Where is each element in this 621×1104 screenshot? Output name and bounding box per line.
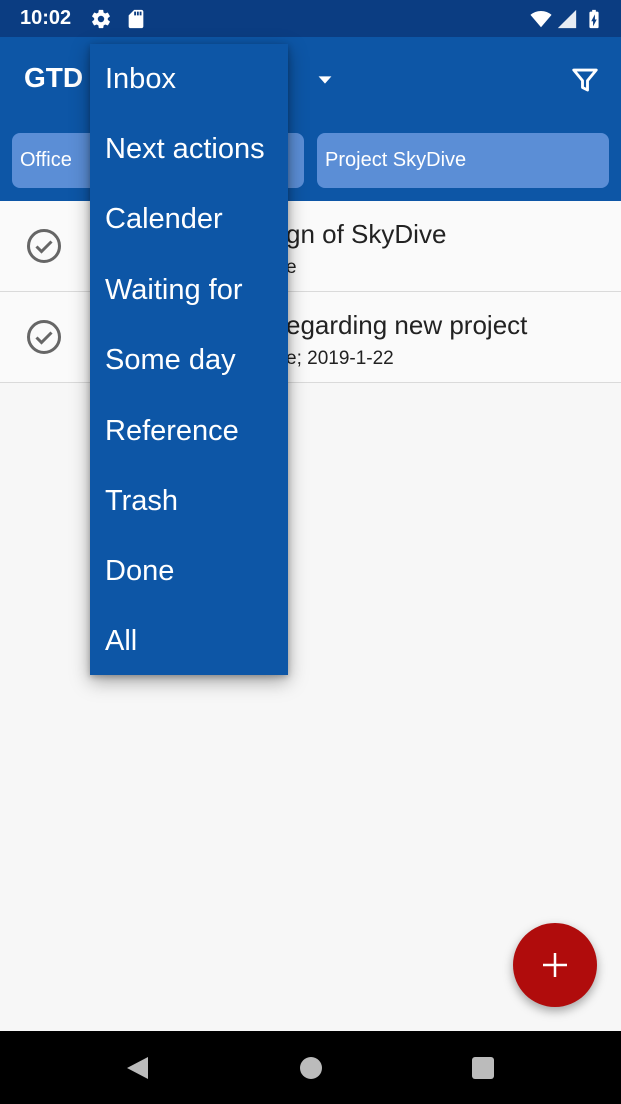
menu-item-all[interactable]: All bbox=[90, 606, 288, 676]
task-subtitle: e; 2019-1-22 bbox=[286, 348, 394, 369]
app-title: GTD bbox=[24, 62, 84, 93]
system-nav-bar bbox=[0, 1031, 621, 1104]
status-time: 10:02 bbox=[20, 7, 72, 29]
chip-label: Office bbox=[20, 149, 72, 171]
list-selector-menu: Inbox Next actions Calender Waiting for … bbox=[90, 44, 288, 675]
menu-item-reference[interactable]: Reference bbox=[90, 396, 288, 466]
add-task-button[interactable] bbox=[513, 923, 597, 1007]
menu-item-waiting-for[interactable]: Waiting for bbox=[90, 255, 288, 325]
home-icon[interactable] bbox=[296, 1053, 326, 1083]
task-title: egarding new project bbox=[286, 310, 528, 340]
settings-icon bbox=[92, 9, 110, 29]
check-circle-icon[interactable] bbox=[26, 319, 62, 355]
menu-item-trash[interactable]: Trash bbox=[90, 466, 288, 536]
plus-icon bbox=[543, 953, 567, 977]
filter-icon[interactable] bbox=[570, 63, 600, 97]
chip-project-skydive[interactable]: Project SkyDive bbox=[317, 133, 609, 188]
menu-item-inbox[interactable]: Inbox bbox=[90, 44, 288, 114]
menu-item-some-day[interactable]: Some day bbox=[90, 325, 288, 395]
recents-icon[interactable] bbox=[468, 1053, 498, 1083]
back-icon[interactable] bbox=[122, 1053, 152, 1083]
signal-icon bbox=[557, 9, 577, 29]
status-bar: 10:02 bbox=[0, 0, 621, 37]
menu-item-calender[interactable]: Calender bbox=[90, 184, 288, 254]
menu-item-done[interactable]: Done bbox=[90, 536, 288, 606]
check-circle-icon[interactable] bbox=[26, 228, 62, 264]
menu-item-next-actions[interactable]: Next actions bbox=[90, 114, 288, 184]
battery-icon bbox=[589, 9, 599, 29]
chip-label: Project SkyDive bbox=[325, 149, 467, 171]
wifi-icon bbox=[530, 11, 552, 28]
task-title: gn of SkyDive bbox=[286, 219, 447, 249]
chevron-down-icon[interactable] bbox=[314, 69, 336, 91]
sd-card-icon bbox=[128, 9, 144, 29]
